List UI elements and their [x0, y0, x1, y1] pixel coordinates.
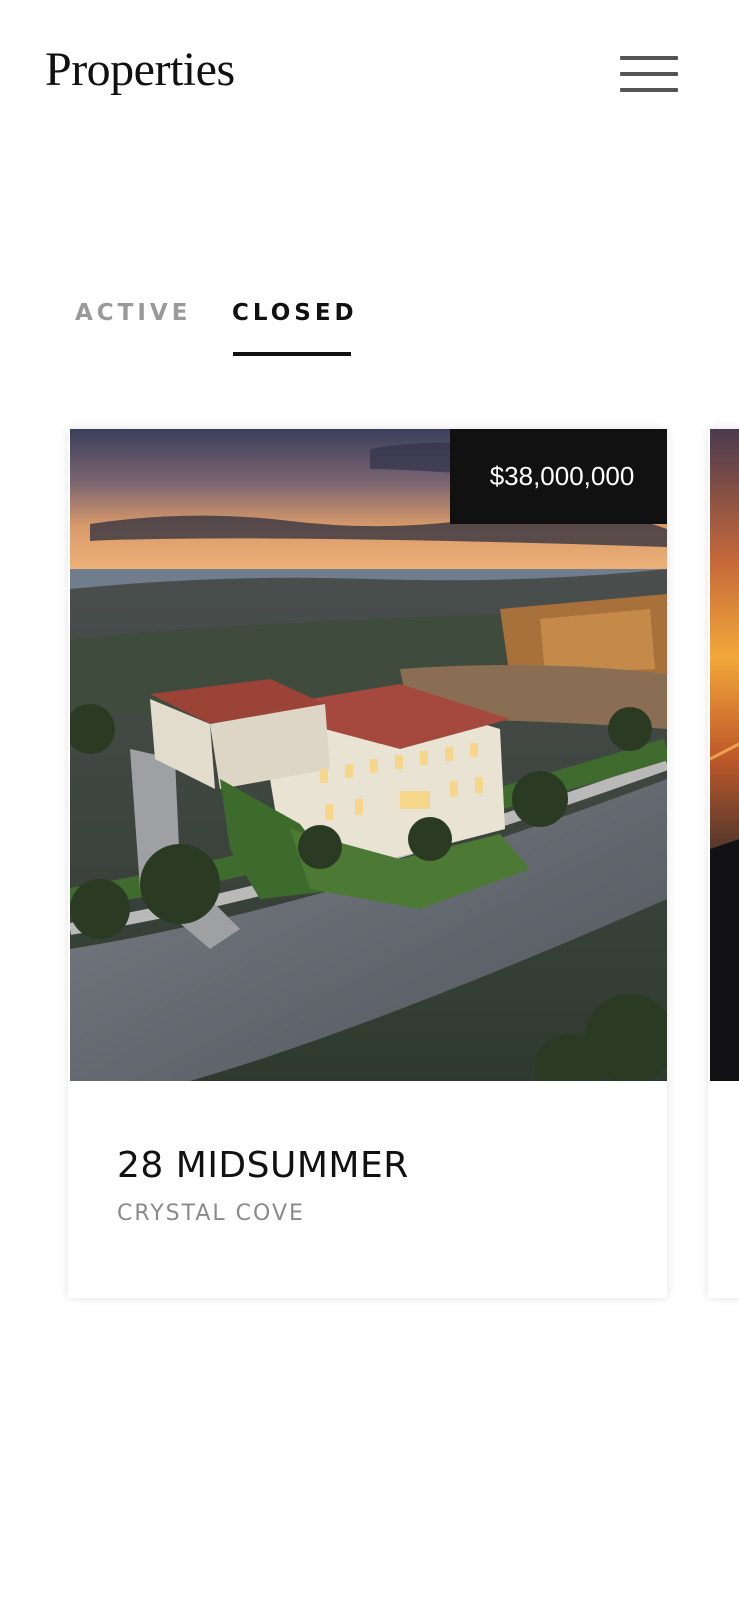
properties-screen: Properties ACTIVE CLOSED $38,000,000 28 …	[0, 0, 739, 1600]
page-title: Properties	[45, 43, 235, 96]
price-badge: $38,000,000	[457, 429, 667, 524]
property-address: 28 MIDSUMMER	[117, 1145, 409, 1186]
property-image: $38,000,000	[70, 429, 667, 1081]
tab-active[interactable]: ACTIVE	[75, 300, 191, 326]
tab-closed[interactable]: CLOSED	[232, 300, 358, 326]
next-property-image	[710, 429, 739, 1081]
tab-selected-indicator	[233, 352, 351, 356]
next-property-card[interactable]	[708, 429, 739, 1298]
menu-button[interactable]	[620, 52, 680, 96]
property-card[interactable]: $38,000,000 28 MIDSUMMER CRYSTAL COVE	[68, 429, 667, 1298]
property-location: CRYSTAL COVE	[117, 1201, 305, 1226]
